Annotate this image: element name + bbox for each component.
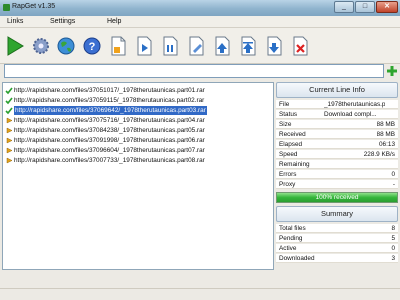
summary-value: 8 (391, 225, 395, 232)
info-key: Received (279, 131, 306, 138)
menu-bar: Links Settings Help (0, 16, 400, 28)
arrow-right-icon (5, 146, 13, 155)
add-link-icon[interactable] (386, 65, 398, 77)
info-key: File (279, 101, 290, 108)
info-key: Speed (279, 151, 298, 158)
link-url: http://rapidshare.com/files/37075716/_19… (14, 117, 205, 124)
list-item[interactable]: http://rapidshare.com/files/37059115/_19… (3, 96, 273, 105)
summary-value: 0 (391, 245, 395, 252)
info-row: Received 88 MB (276, 130, 398, 139)
help-icon[interactable]: ? (82, 35, 102, 57)
status-bar (0, 288, 400, 300)
menu-settings[interactable]: Settings (50, 18, 75, 25)
checkmark-icon (5, 106, 13, 115)
checkmark-icon (5, 96, 13, 105)
menu-help[interactable]: Help (107, 18, 121, 25)
progress-label: 100% received (315, 194, 359, 201)
summary-header: Summary (276, 206, 398, 222)
link-url: http://rapidshare.com/files/37091998/_19… (14, 137, 205, 144)
download-progress-bar: 100% received (276, 192, 398, 203)
window-title: RapGet v1.35 (12, 3, 56, 10)
document-down-icon[interactable] (264, 35, 284, 57)
list-item[interactable]: http://rapidshare.com/files/37051017/_19… (3, 86, 273, 95)
url-input[interactable] (4, 64, 384, 78)
summary-row: Active 0 (276, 244, 398, 253)
info-row: Speed 228.9 KB/s (276, 150, 398, 159)
start-icon[interactable] (5, 35, 25, 57)
current-line-info-header: Current Line Info (276, 82, 398, 98)
summary-key: Pending (279, 235, 303, 242)
document-delete-icon[interactable] (290, 35, 310, 57)
menu-links[interactable]: Links (7, 18, 23, 25)
info-value: 06:13 (379, 141, 395, 148)
link-url: http://rapidshare.com/files/37051017/_19… (14, 87, 205, 94)
app-window: RapGet v1.35 _ □ ✕ Links Settings Help ? (0, 0, 400, 300)
document-up-icon[interactable] (212, 35, 232, 57)
list-item[interactable]: http://rapidshare.com/files/37069642/_19… (3, 106, 273, 115)
list-item[interactable]: http://rapidshare.com/files/37096604/_19… (3, 146, 273, 155)
list-item[interactable]: http://rapidshare.com/files/37075716/_19… (3, 116, 273, 125)
info-row: Elapsed 06:13 (276, 140, 398, 149)
maximize-button[interactable]: □ (355, 1, 375, 13)
info-value: Download compl... (324, 111, 377, 118)
link-url: http://rapidshare.com/files/37007733/_19… (14, 157, 205, 164)
summary-key: Total files (279, 225, 306, 232)
checkmark-icon (5, 86, 13, 95)
summary-row: Pending 5 (276, 234, 398, 243)
info-row: Errors 0 (276, 170, 398, 179)
close-button[interactable]: ✕ (376, 1, 398, 13)
document-move-icon[interactable] (134, 35, 154, 57)
info-value: 228.9 KB/s (363, 151, 395, 158)
info-row: Proxy - (276, 180, 398, 189)
info-value: 88 MB (376, 131, 395, 138)
info-key: Remaining (279, 161, 310, 168)
info-value: 0 (391, 171, 395, 178)
arrow-right-icon (5, 156, 13, 165)
svg-text:?: ? (89, 41, 96, 53)
summary-row: Total files 8 (276, 224, 398, 233)
document-up-icon[interactable] (238, 35, 258, 57)
link-list[interactable]: http://rapidshare.com/files/37051017/_19… (2, 82, 274, 270)
arrow-right-icon (5, 126, 13, 135)
title-bar[interactable]: RapGet v1.35 _ □ ✕ (0, 0, 400, 16)
globe-icon[interactable] (56, 35, 76, 57)
info-key: Proxy (279, 181, 296, 188)
app-icon (3, 4, 10, 11)
summary-key: Downloaded (279, 255, 315, 262)
info-panel: Current Line Info File _1978therutaunicas… (276, 82, 398, 270)
document-icon[interactable] (160, 35, 180, 57)
info-row: Remaining (276, 160, 398, 169)
settings-gear-icon[interactable] (31, 35, 51, 57)
url-entry-row (0, 62, 400, 80)
list-item[interactable]: http://rapidshare.com/files/37084238/_19… (3, 126, 273, 135)
link-url: http://rapidshare.com/files/37096604/_19… (14, 147, 205, 154)
info-row: File _1978therutaunicas.p (276, 100, 398, 109)
arrow-right-icon (5, 116, 13, 125)
info-value: - (392, 181, 395, 188)
summary-value: 3 (391, 255, 395, 262)
link-url: http://rapidshare.com/files/37084238/_19… (14, 127, 205, 134)
arrow-right-icon (5, 136, 13, 145)
minimize-button[interactable]: _ (334, 1, 354, 13)
summary-row: Downloaded 3 (276, 254, 398, 263)
toolbar: ? (0, 28, 400, 64)
info-row: Size 88 MB (276, 120, 398, 129)
list-item[interactable]: http://rapidshare.com/files/37007733/_19… (3, 156, 273, 165)
list-item[interactable]: http://rapidshare.com/files/37091998/_19… (3, 136, 273, 145)
info-key: Size (279, 121, 292, 128)
document-edit-icon[interactable] (186, 35, 206, 57)
info-value: 88 MB (376, 121, 395, 128)
info-key: Errors (279, 171, 297, 178)
link-url: http://rapidshare.com/files/37059115/_19… (14, 97, 205, 104)
document-icon[interactable] (108, 35, 128, 57)
info-row: Status Download compl... (276, 110, 398, 119)
info-key: Status (279, 111, 298, 118)
link-url: http://rapidshare.com/files/37069642/_19… (13, 106, 208, 115)
info-key: Elapsed (279, 141, 303, 148)
info-value: _1978therutaunicas.p (324, 101, 386, 108)
summary-key: Active (279, 245, 297, 252)
summary-value: 5 (391, 235, 395, 242)
